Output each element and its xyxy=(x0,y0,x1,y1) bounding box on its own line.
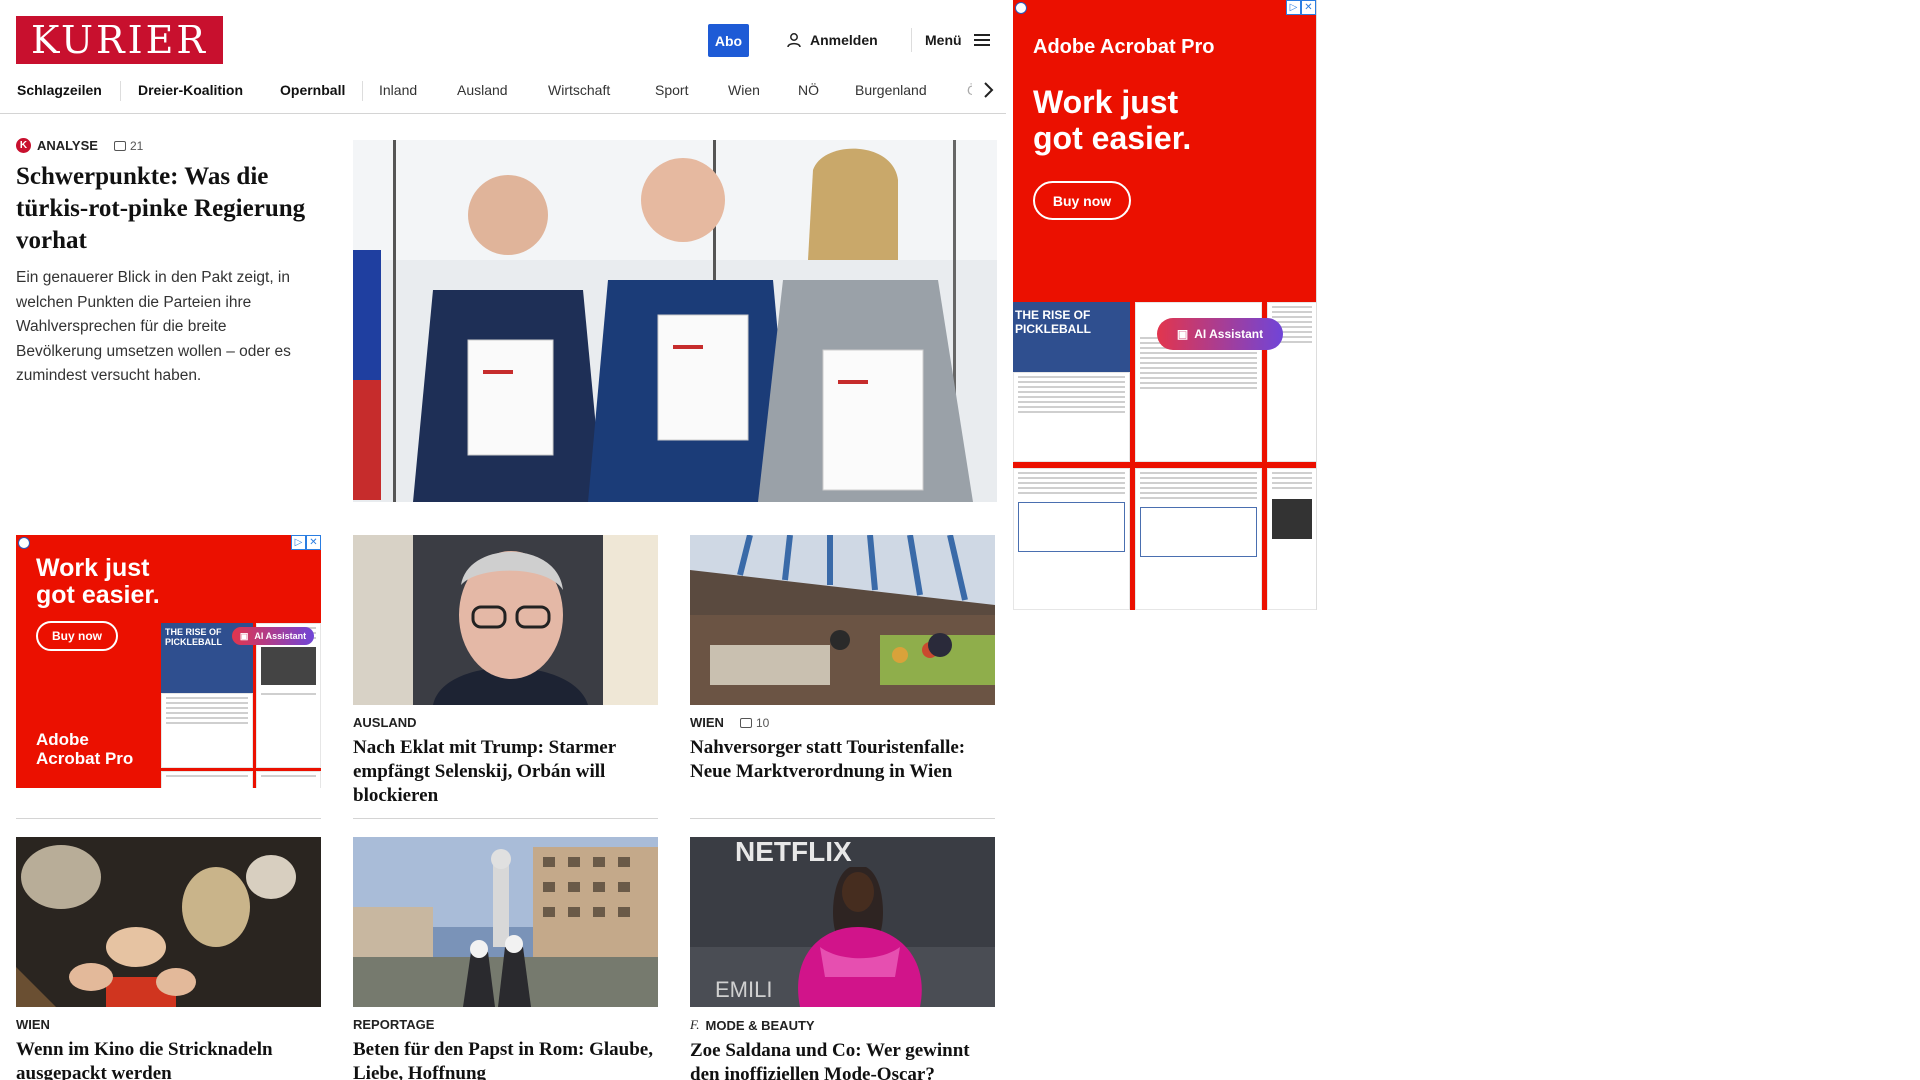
article-card[interactable]: WIEN Wenn im Kino die Stricknadeln ausge… xyxy=(16,837,321,1080)
ad-brand: Adobe Acrobat Pro xyxy=(1033,36,1215,58)
article-title[interactable]: Wenn im Kino die Stricknadeln ausgepackt… xyxy=(16,1038,321,1080)
nav-item-wirtschaft[interactable]: Wirtschaft xyxy=(548,82,610,98)
header-divider xyxy=(911,28,912,52)
article-card[interactable]: NETFLIX EMILI f. MODE & BEAUTY Zoe Salda… xyxy=(690,837,995,1080)
article-kicker-label: WIEN xyxy=(690,715,724,730)
ad-doc-page xyxy=(161,693,253,768)
user-icon xyxy=(787,33,801,48)
nav-item-wien[interactable]: Wien xyxy=(728,82,760,98)
nav-divider xyxy=(362,81,363,101)
nav-item-opernball[interactable]: Opernball xyxy=(280,82,345,98)
ad-info-icon[interactable] xyxy=(18,537,30,549)
adobe-ad-small[interactable]: ▷ ✕ Work just got easier. Buy now THE RI… xyxy=(16,535,321,788)
ad-choices-icon[interactable]: ▷ xyxy=(291,535,306,550)
comment-count-value: 21 xyxy=(129,138,144,153)
article-image[interactable] xyxy=(353,837,658,1007)
article-title[interactable]: Nach Eklat mit Trump: Starmer empfängt S… xyxy=(353,736,658,808)
row-divider xyxy=(16,818,321,819)
ad-doc-page xyxy=(1013,372,1130,462)
login-label: Anmelden xyxy=(810,32,878,48)
kurier-k-icon: K xyxy=(16,138,31,153)
comment-count-value: 10 xyxy=(755,715,770,730)
ad-ai-label: AI Assistant xyxy=(1194,327,1264,341)
chat-icon: ▣ xyxy=(1176,327,1189,341)
article-image[interactable] xyxy=(353,535,658,705)
lead-title[interactable]: Schwerpunkte: Was die türkis-rot-pinke R… xyxy=(16,161,316,257)
mode-f-icon: f. xyxy=(690,1017,700,1032)
hamburger-icon xyxy=(973,34,990,46)
article-title[interactable]: Nahversorger statt Touristenfalle: Neue … xyxy=(690,736,995,784)
close-icon[interactable]: ✕ xyxy=(1301,0,1316,15)
row-divider xyxy=(690,818,995,819)
nav-item-schlagzeilen[interactable]: Schlagzeilen xyxy=(17,82,102,98)
article-image[interactable] xyxy=(690,535,995,705)
ad-brand-line1: Adobe xyxy=(36,730,89,749)
article-kicker: WIEN 10 xyxy=(690,715,995,730)
article-image[interactable] xyxy=(16,837,321,1007)
ad-ai-label: AI Assistant xyxy=(254,631,307,641)
kurier-logo[interactable]: KURIER xyxy=(16,16,223,64)
row-divider xyxy=(353,818,658,819)
nav-item-noe[interactable]: NÖ xyxy=(798,82,819,98)
nav-item-inland[interactable]: Inland xyxy=(379,82,417,98)
comment-icon xyxy=(739,717,752,728)
nav-item-ausland[interactable]: Ausland xyxy=(457,82,508,98)
ad-buy-button[interactable]: Buy now xyxy=(1033,181,1131,220)
menu-label: Menü xyxy=(925,32,962,48)
ad-headline: Work just got easier. xyxy=(36,554,160,609)
menu-button[interactable]: Menü xyxy=(925,28,990,52)
ad-doc-page xyxy=(161,771,253,788)
article-kicker: WIEN xyxy=(16,1017,50,1032)
lead-teaser: Ein genauerer Blick in den Pakt zeigt, i… xyxy=(16,269,291,384)
ad-doc-page xyxy=(1013,468,1130,610)
login-button[interactable]: Anmelden xyxy=(786,28,878,52)
ad-doc-cover: THE RISE OF PICKLEBALL xyxy=(1013,302,1130,372)
ad-doc-title: THE RISE OF PICKLEBALL xyxy=(1015,308,1091,336)
comment-count[interactable]: 21 xyxy=(113,138,144,153)
ad-ai-assistant-pill: ▣ AI Assistant xyxy=(1157,318,1283,350)
chevron-right-icon xyxy=(984,82,994,98)
ad-doc-title: THE RISE OF PICKLEBALL xyxy=(165,627,222,647)
article-image[interactable]: NETFLIX EMILI xyxy=(690,837,995,1007)
photo-text-netflix: NETFLIX xyxy=(735,837,852,867)
article-kicker: f. MODE & BEAUTY xyxy=(690,1017,995,1033)
section-nav: Schlagzeilen Dreier-Koalition Opernball … xyxy=(0,76,1006,114)
comment-icon xyxy=(113,140,126,151)
article-title[interactable]: Zoe Saldana und Co: Wer gewinnt den inof… xyxy=(690,1039,995,1080)
nav-item-burgenland[interactable]: Burgenland xyxy=(855,82,927,98)
ad-doc-page xyxy=(256,771,321,788)
ad-choices: ▷ ✕ xyxy=(1286,0,1316,15)
nav-next-button[interactable] xyxy=(972,76,1006,104)
article-card[interactable]: AUSLAND Nach Eklat mit Trump: Starmer em… xyxy=(353,535,658,808)
ad-choices: ▷ ✕ xyxy=(291,535,321,550)
article-title[interactable]: Beten für den Papst in Rom: Glaube, Lieb… xyxy=(353,1038,658,1080)
lead-image[interactable] xyxy=(353,140,997,502)
nav-item-sport[interactable]: Sport xyxy=(655,82,688,98)
ad-ai-assistant-pill: ▣ AI Assistant xyxy=(232,627,314,645)
lead-kicker-label: ANALYSE xyxy=(37,138,98,153)
ad-brand: Adobe Acrobat Pro xyxy=(36,730,133,768)
ad-doc-page xyxy=(1267,468,1316,610)
article-card[interactable]: WIEN 10 Nahversorger statt Touristenfall… xyxy=(690,535,995,784)
photo-text-emili: EMILI xyxy=(715,977,772,1002)
adobe-ad-right[interactable]: ▷ ✕ Adobe Acrobat Pro Work just got easi… xyxy=(1013,0,1317,610)
article-kicker-label: MODE & BEAUTY xyxy=(705,1017,815,1033)
ad-headline: Work just got easier. xyxy=(1033,84,1192,156)
article-card[interactable]: REPORTAGE Beten für den Papst in Rom: Gl… xyxy=(353,837,658,1080)
ad-info-icon[interactable] xyxy=(1015,2,1027,14)
ad-brand-line2: Acrobat Pro xyxy=(36,749,134,768)
nav-divider xyxy=(120,81,121,101)
nav-item-dreier-koalition[interactable]: Dreier-Koalition xyxy=(138,82,243,98)
lead-article[interactable]: K ANALYSE 21 Schwerpunkte: Was die türki… xyxy=(16,138,316,389)
abo-button[interactable]: Abo xyxy=(708,24,749,57)
ad-doc-page xyxy=(1135,468,1262,610)
comment-count[interactable]: 10 xyxy=(739,715,770,730)
article-kicker: REPORTAGE xyxy=(353,1017,435,1032)
chat-icon: ▣ xyxy=(239,630,249,641)
article-kicker: AUSLAND xyxy=(353,715,417,730)
close-icon[interactable]: ✕ xyxy=(306,535,321,550)
ad-buy-button[interactable]: Buy now xyxy=(36,621,118,651)
lead-kicker: K ANALYSE 21 xyxy=(16,138,316,153)
ad-choices-icon[interactable]: ▷ xyxy=(1286,0,1301,15)
